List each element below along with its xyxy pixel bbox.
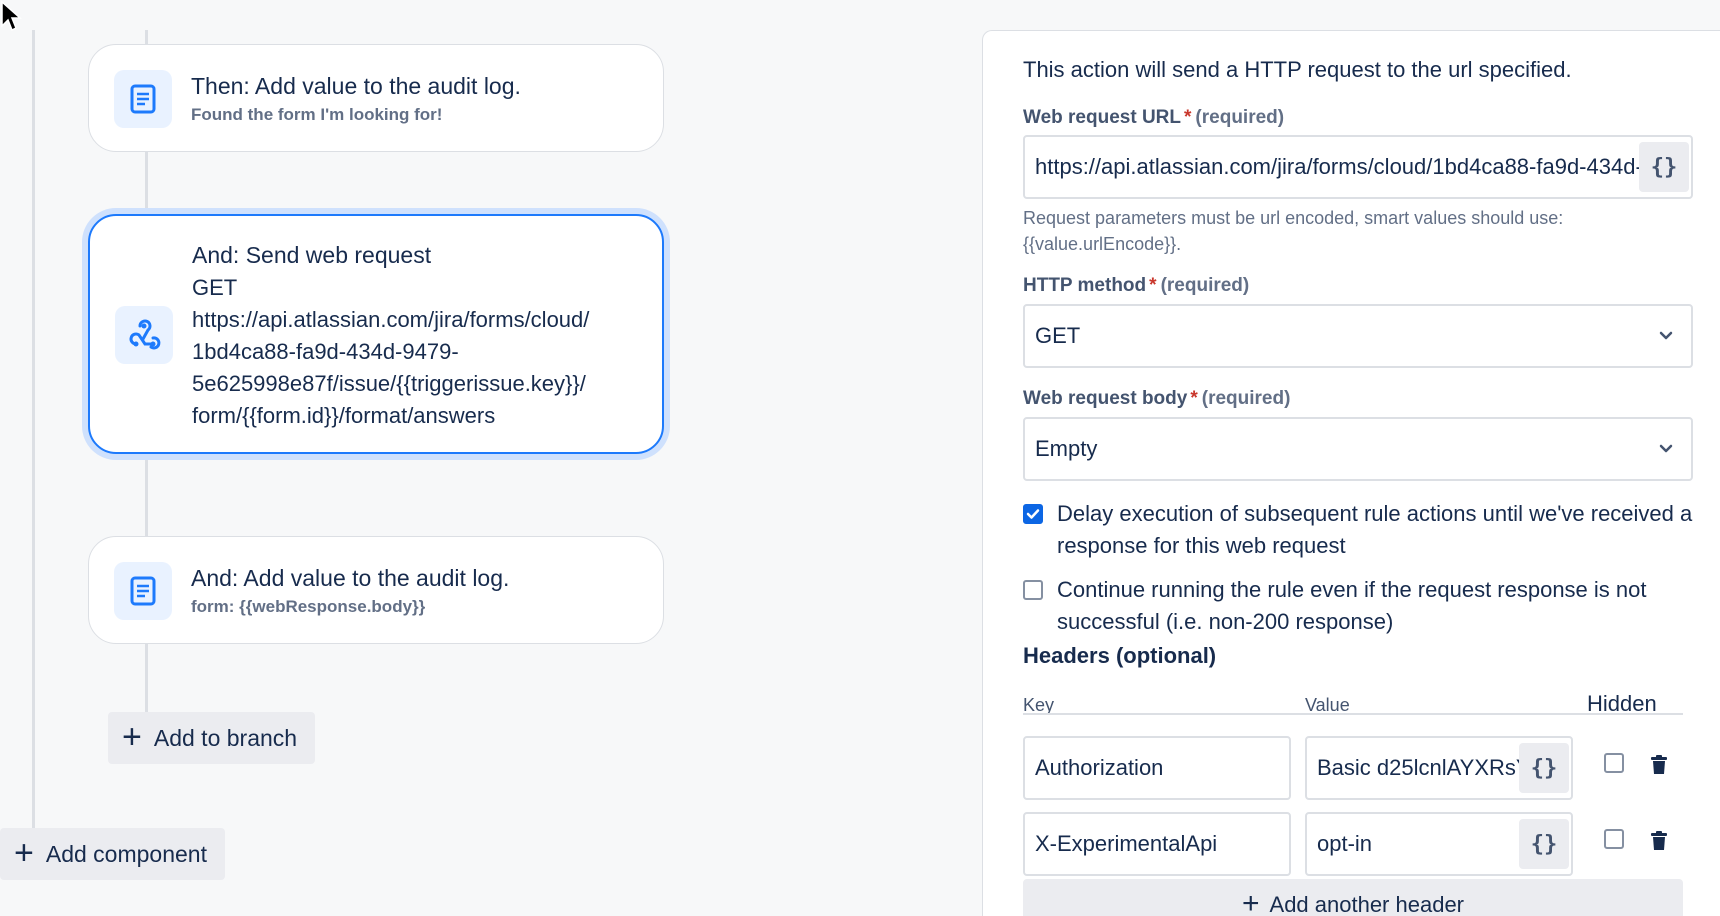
action-config-panel: This action will send a HTTP request to … — [982, 30, 1720, 916]
smart-value-button[interactable]: {} — [1639, 142, 1689, 192]
header-key-input[interactable]: X-ExperimentalApi — [1023, 812, 1291, 876]
card-title: Then: Add value to the audit log. — [191, 73, 521, 99]
card-title: And: Add value to the audit log. — [191, 565, 510, 591]
mouse-cursor-icon — [1, 0, 22, 32]
label-text: Web request body — [1023, 388, 1188, 409]
chevron-down-icon — [1641, 444, 1691, 454]
request-body-value: Empty — [1035, 436, 1098, 461]
required-text: (required) — [1201, 388, 1291, 409]
request-url-line: form/{{form.id}}/format/answers — [192, 403, 496, 428]
continue-on-failure-checkbox[interactable] — [1023, 580, 1043, 600]
smart-value-button[interactable]: {} — [1519, 819, 1569, 869]
label-text: HTTP method — [1023, 275, 1147, 296]
continue-on-failure-option: Continue running the rule even if the re… — [1023, 574, 1703, 638]
required-asterisk: * — [1149, 275, 1157, 296]
action-description: This action will send a HTTP request to … — [1023, 57, 1572, 82]
request-url-line: https://api.atlassian.com/jira/forms/clo… — [192, 307, 590, 332]
header-value-value: opt-in — [1317, 831, 1373, 856]
add-component-label: Add component — [45, 840, 207, 867]
required-asterisk: * — [1190, 388, 1198, 409]
http-method-select[interactable]: GET — [1023, 304, 1693, 368]
required-text: (required) — [1160, 275, 1250, 296]
webhook-icon — [115, 306, 173, 364]
smart-value-button[interactable]: {} — [1519, 743, 1569, 793]
header-value-value: Basic d25lcnlAYXRsYXNzaWFuLmNvbTpBVEFUVD… — [1317, 755, 1519, 780]
header-key-input[interactable]: Authorization — [1023, 736, 1291, 800]
document-icon — [114, 562, 172, 620]
trash-icon[interactable] — [1647, 829, 1671, 853]
request-method: GET — [192, 275, 238, 300]
plus-icon: + — [1241, 886, 1260, 916]
add-to-branch-label: Add to branch — [153, 724, 298, 751]
component-card-audit-log-2[interactable]: And: Add value to the audit log. form: {… — [88, 536, 664, 644]
delay-execution-checkbox[interactable] — [1023, 504, 1043, 524]
card-title: And: Send web request — [192, 242, 432, 268]
document-icon — [114, 70, 172, 128]
rule-connector-line — [32, 30, 35, 830]
web-request-url-input[interactable]: https://api.atlassian.com/jira/forms/clo… — [1023, 135, 1693, 199]
request-url-line: 1bd4ca88-fa9d-434d-9479- — [192, 339, 459, 364]
helper-line: {{value.urlEncode}}. — [1023, 234, 1182, 254]
header-value-input[interactable]: Basic d25lcnlAYXRsYXNzaWFuLmNvbTpBVEFUVD… — [1305, 736, 1573, 800]
continue-on-failure-label: Continue running the rule even if the re… — [1057, 577, 1647, 634]
request-body-label: Web request body * (required) — [1023, 388, 1290, 410]
component-card-send-web-request[interactable]: And: Send web request GET https://api.at… — [88, 214, 664, 454]
chevron-down-icon — [1641, 331, 1691, 341]
header-key-value: Authorization — [1035, 755, 1164, 780]
http-method-value: GET — [1035, 323, 1081, 348]
trash-icon[interactable] — [1647, 753, 1671, 777]
plus-icon: + — [122, 717, 142, 756]
label-text: Web request URL — [1023, 107, 1182, 128]
add-header-label: Add another header — [1269, 892, 1465, 916]
divider — [1023, 713, 1683, 715]
rule-canvas: Then: Add value to the audit log. Found … — [0, 0, 980, 916]
url-field-label: Web request URL * (required) — [1023, 107, 1284, 129]
add-component-button[interactable]: + Add component — [0, 828, 225, 880]
card-subtitle: form: {{webResponse.body}} — [191, 597, 426, 616]
http-method-label: HTTP method * (required) — [1023, 275, 1249, 297]
card-subtitle: Found the form I'm looking for! — [191, 105, 443, 124]
header-hidden-checkbox[interactable] — [1604, 829, 1624, 849]
header-key-value: X-ExperimentalApi — [1035, 831, 1218, 856]
required-text: (required) — [1195, 107, 1285, 128]
add-to-branch-button[interactable]: + Add to branch — [108, 712, 316, 764]
url-input-value: https://api.atlassian.com/jira/forms/clo… — [1035, 154, 1639, 179]
request-url-line: 5e625998e87f/issue/{{triggerissue.key}}/ — [192, 371, 586, 396]
header-value-input[interactable]: opt-in {} — [1305, 812, 1573, 876]
required-asterisk: * — [1184, 107, 1192, 128]
component-card-audit-log[interactable]: Then: Add value to the audit log. Found … — [88, 44, 664, 152]
plus-icon: + — [14, 833, 34, 872]
delay-execution-label: Delay execution of subsequent rule actio… — [1057, 501, 1693, 558]
headers-section-title: Headers (optional) — [1023, 643, 1217, 668]
request-body-select[interactable]: Empty — [1023, 417, 1693, 481]
header-hidden-checkbox[interactable] — [1604, 753, 1624, 773]
url-helper-text: Request parameters must be url encoded, … — [1023, 205, 1703, 257]
helper-line: Request parameters must be url encoded, … — [1023, 208, 1564, 228]
delay-execution-option: Delay execution of subsequent rule actio… — [1023, 498, 1703, 562]
add-another-header-button[interactable]: + Add another header — [1023, 879, 1683, 916]
